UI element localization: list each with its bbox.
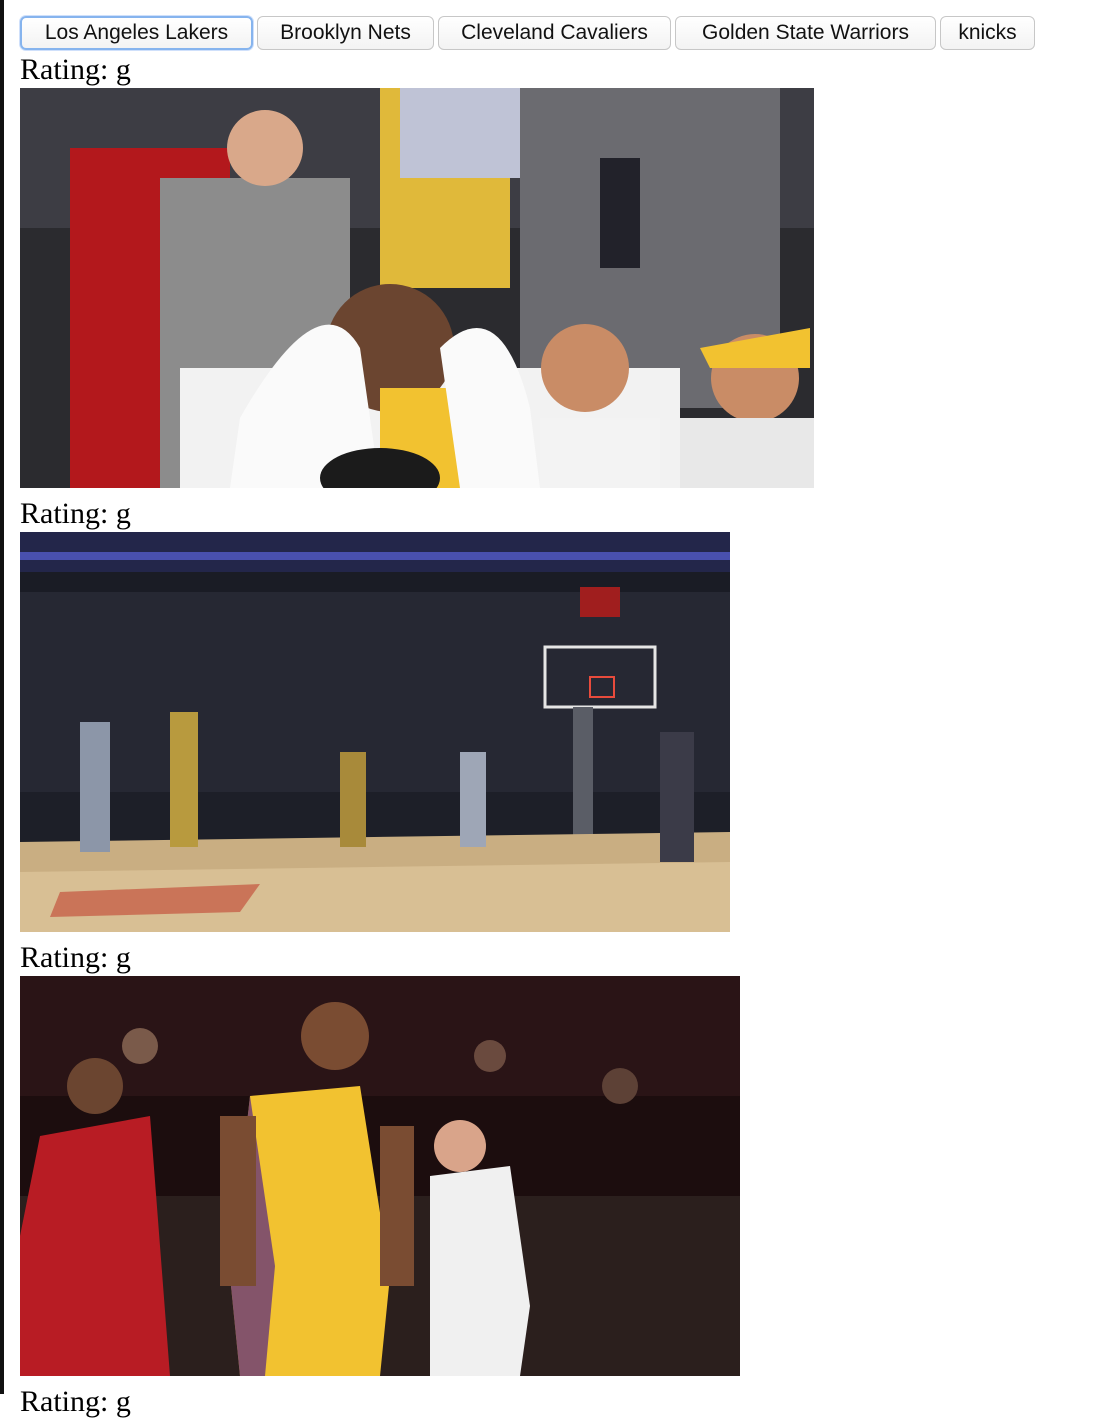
gif-image-kobe-bench[interactable]: [20, 88, 814, 488]
team-button-warriors[interactable]: Golden State Warriors: [675, 16, 936, 50]
team-button-nets[interactable]: Brooklyn Nets: [257, 16, 434, 50]
team-button-bar: Los Angeles Lakers Brooklyn Nets Clevela…: [20, 16, 1035, 50]
gif-rating-label: Rating: g: [20, 1385, 131, 1418]
team-button-lakers[interactable]: Los Angeles Lakers: [20, 16, 253, 50]
team-button-knicks[interactable]: knicks: [940, 16, 1035, 50]
gif-image-lakers-player-celebrating[interactable]: [20, 976, 740, 1376]
window-left-edge: [0, 0, 4, 1394]
gif-rating-label: Rating: g: [20, 53, 131, 86]
gif-image-arena-court[interactable]: [20, 532, 730, 932]
gif-rating-label: Rating: g: [20, 941, 131, 974]
gif-rating-label: Rating: g: [20, 497, 131, 530]
team-button-cavaliers[interactable]: Cleveland Cavaliers: [438, 16, 671, 50]
